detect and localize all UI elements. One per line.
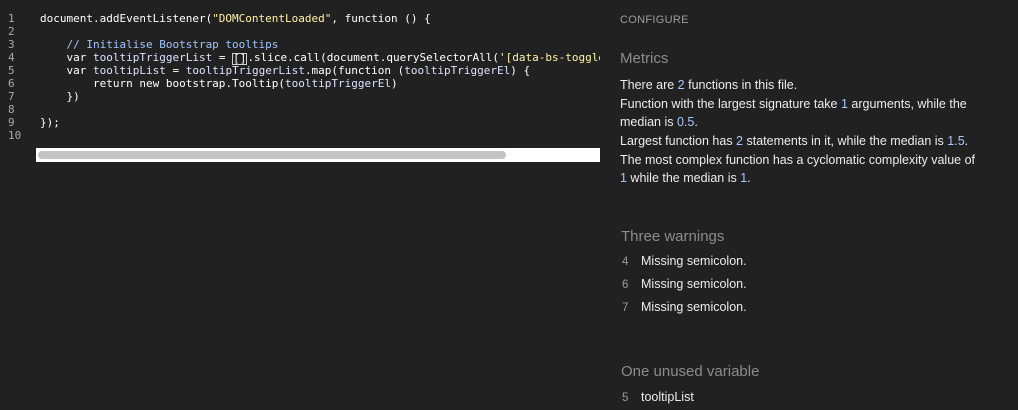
line-number: 2 (8, 25, 15, 38)
code-line[interactable]: // Initialise Bootstrap tooltips (40, 38, 600, 51)
metric-sentence: There are 2 functions in this file. (620, 76, 980, 94)
metric-text: Largest function has (620, 134, 737, 148)
metric-text: . (747, 171, 751, 185)
code-line[interactable]: var tooltipList = tooltipTriggerList.map… (40, 64, 600, 77)
line-number: 5 (8, 64, 15, 77)
warning-line-number: 6 (622, 279, 629, 291)
unused-variable-name: tooltipList (641, 390, 694, 404)
metric-text: Function with the largest signature take (620, 97, 841, 111)
warning-message: Missing semicolon. (641, 300, 747, 314)
line-number: 4 (8, 51, 15, 64)
metric-sentence: The most complex function has a cyclomat… (620, 151, 980, 187)
metric-sentence: Largest function has 2 statements in it,… (620, 132, 980, 150)
line-number: 10 (8, 129, 22, 142)
line-number: 7 (8, 90, 15, 103)
metric-value: 0.5 (676, 115, 695, 129)
code-token: tooltipTriggerList (185, 64, 305, 77)
code-token: // Initialise Bootstrap tooltips (40, 38, 279, 51)
metric-value: 1.5 (947, 134, 965, 148)
metrics-heading: Metrics (620, 50, 669, 67)
warnings-heading: Three warnings (621, 228, 725, 245)
metric-value: 1 (620, 171, 627, 185)
metric-text: while the median is (626, 171, 741, 185)
warning-item[interactable]: 6 Missing semicolon. (622, 276, 747, 299)
warning-item[interactable]: 7 Missing semicolon. (622, 299, 747, 322)
code-token: ) { (510, 64, 531, 77)
line-number: 9 (8, 116, 15, 129)
warnings-list: 4 Missing semicolon. 6 Missing semicolon. 7 M… (622, 253, 747, 322)
unused-variable-line-number: 5 (622, 392, 629, 404)
code-line[interactable]: }) (40, 90, 600, 103)
code-token: = (165, 64, 186, 77)
code-token: }); (40, 116, 60, 129)
code-token: tooltipTriggerList (92, 51, 213, 64)
warning-item[interactable]: 4 Missing semicolon. (622, 253, 747, 276)
warning-message: Missing semicolon. (641, 254, 747, 268)
code-token: document.addEventListener( (40, 12, 213, 25)
code-token: var (40, 51, 93, 64)
scrollbar-thumb[interactable] (38, 151, 506, 159)
code-line[interactable]: return new bootstrap.Tooltip(tooltipTrig… (40, 77, 600, 90)
metric-value: 1 (840, 97, 848, 111)
metric-text: . (694, 115, 698, 129)
code-line[interactable] (40, 25, 600, 38)
metric-value: 2 (677, 78, 685, 92)
warning-line-number: 4 (622, 256, 629, 268)
code-line[interactable] (40, 103, 600, 116)
warning-message: Missing semicolon. (641, 277, 747, 291)
code-token: , function () { (331, 12, 431, 25)
code-token: var (40, 64, 93, 77)
code-token: return new bootstrap.Tooltip( (40, 77, 286, 90)
metric-text: There are (620, 78, 678, 92)
configure-link[interactable]: CONFIGURE (620, 14, 689, 26)
code-line[interactable]: }); (40, 116, 600, 129)
unused-variable-item[interactable]: 5 tooltipList (622, 389, 694, 410)
code-token: .map(function ( (304, 64, 405, 77)
metric-value: 2 (736, 134, 743, 148)
line-number: 6 (8, 77, 15, 90)
line-number: 1 (8, 12, 15, 25)
code-token: tooltipTriggerEl (404, 64, 511, 77)
code-token: "DOMContentLoaded" (212, 12, 332, 25)
metric-text: functions in this file. (684, 78, 798, 92)
metric-text: The most complex function has a cyclomat… (620, 153, 976, 167)
code-editor[interactable]: 1 2 3 4 5 6 7 8 9 10 document.addEventListener("D… (0, 0, 600, 410)
code-token: .slice.call(document.querySelectorAll( (247, 51, 499, 64)
warning-line-number: 7 (622, 302, 629, 314)
line-number: 8 (8, 103, 15, 116)
code-token: ) (391, 77, 398, 90)
metrics-body: There are 2 functions in this file. Funct… (620, 76, 980, 188)
metric-text: . (964, 134, 969, 148)
code-token: tooltipList (92, 64, 166, 77)
code-line[interactable] (40, 129, 600, 142)
code-area[interactable]: document.addEventListener("DOMContentLoa… (40, 12, 600, 142)
horizontal-scrollbar[interactable] (36, 148, 600, 162)
metric-sentence: Function with the largest signature take… (620, 95, 980, 131)
configure-panel: CONFIGURE Metrics There are 2 functions … (600, 0, 1018, 410)
code-token: = (212, 51, 233, 64)
code-token: }) (40, 90, 80, 103)
line-number: 3 (8, 38, 15, 51)
unused-variable-heading: One unused variable (621, 363, 760, 380)
unused-variable-list: 5 tooltipList (622, 389, 694, 410)
code-token: tooltipTriggerEl (285, 77, 392, 90)
code-line[interactable]: var tooltipTriggerList = [].slice.call(d… (40, 51, 600, 65)
metric-text: statements in it, while the median is (743, 134, 948, 148)
code-line[interactable]: document.addEventListener("DOMContentLoa… (40, 12, 600, 25)
code-token: '[data-bs-toggle="tooltip"]' (499, 51, 600, 64)
line-number-gutter: 1 2 3 4 5 6 7 8 9 10 (0, 12, 26, 142)
